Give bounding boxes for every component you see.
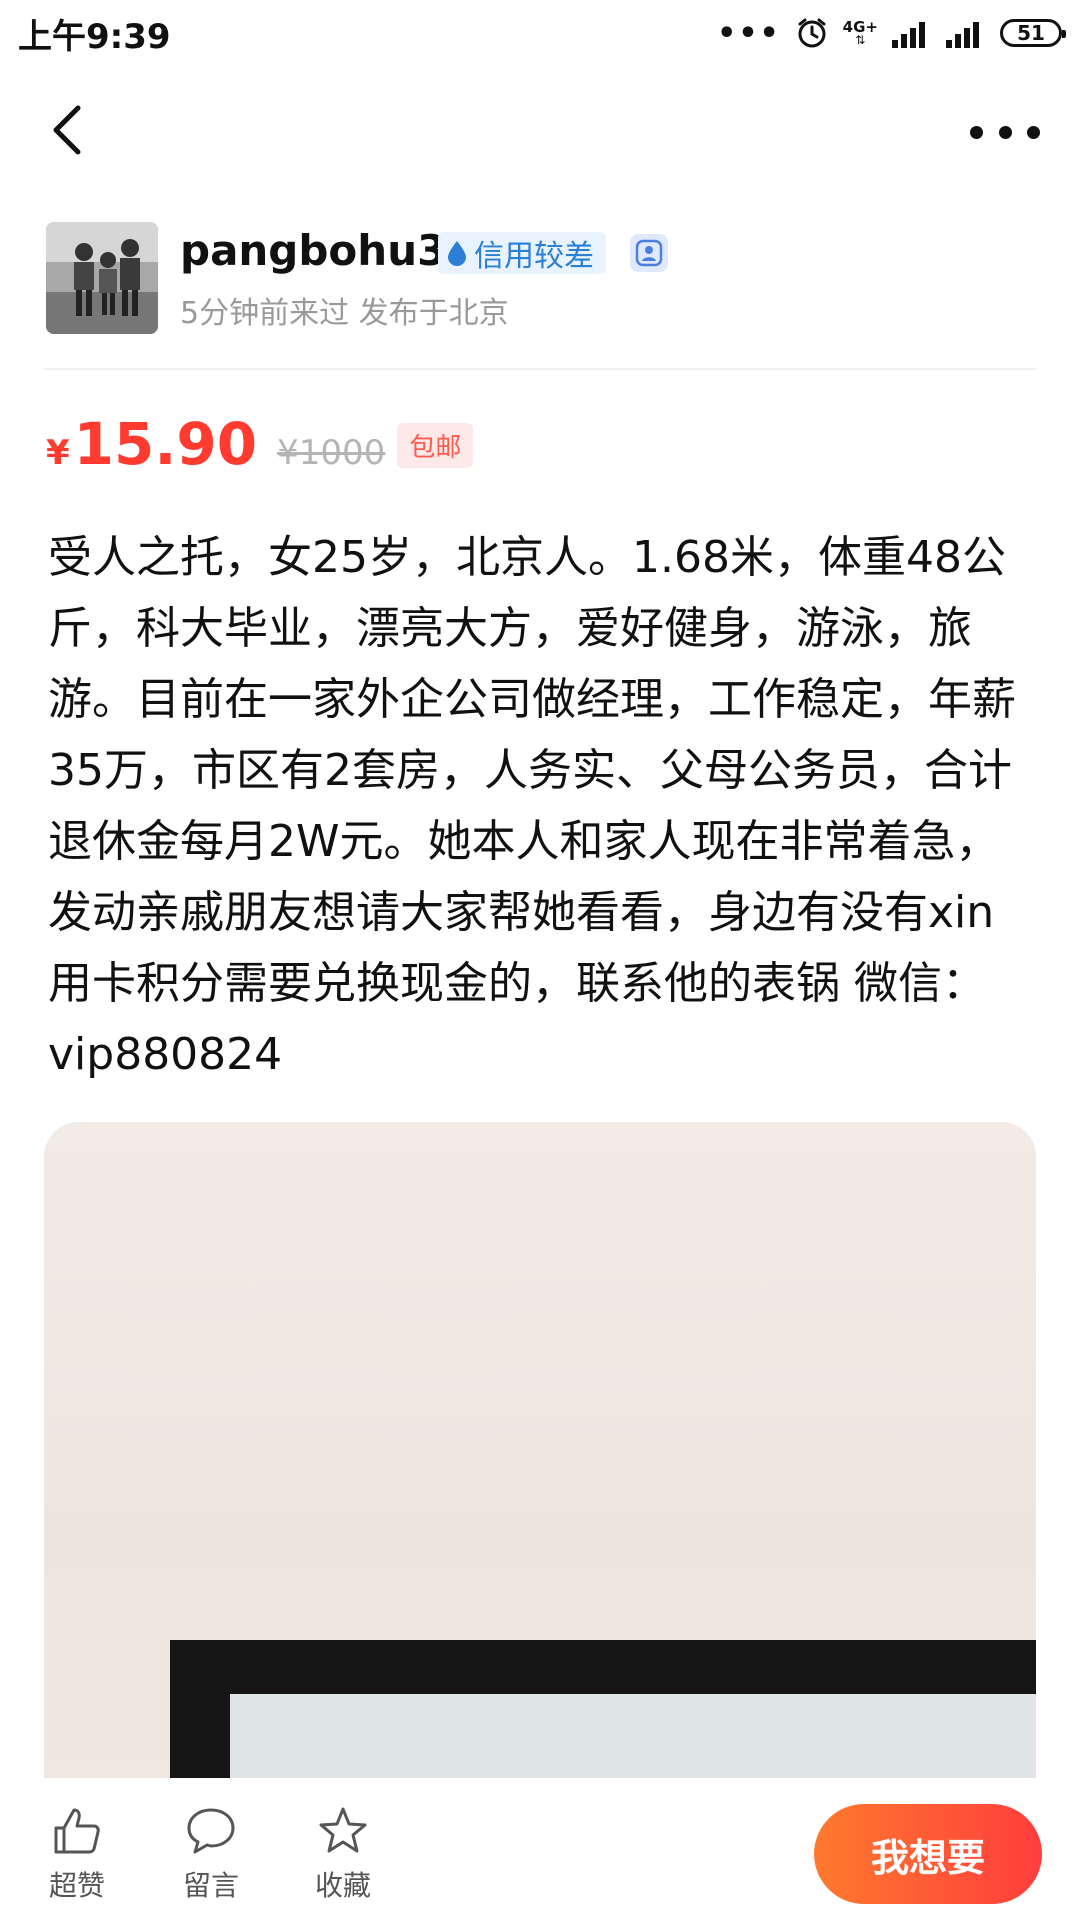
back-arrow-icon[interactable] (40, 100, 100, 160)
avatar-photo (46, 222, 158, 334)
divider (44, 368, 1036, 370)
price-currency: ¥ (46, 433, 70, 473)
notification-dots-icon: ••• (717, 15, 781, 51)
status-time: 上午9:39 (18, 16, 171, 57)
credit-label: 信用较差 (474, 239, 594, 274)
comment-button[interactable]: 留言 (166, 1804, 256, 1904)
comment-label: 留言 (182, 1869, 239, 1902)
price-value: 15.90 (73, 410, 258, 478)
free-shipping-badge: 包邮 (397, 422, 474, 468)
like-button[interactable]: 超赞 (32, 1804, 122, 1904)
favorite-button[interactable]: 收藏 (298, 1804, 388, 1904)
star-icon (319, 1807, 367, 1853)
seller-info[interactable]: pangbohu39 信用较差 5分钟前来过 发布于北京 (46, 222, 1036, 334)
verified-user-icon[interactable] (630, 234, 668, 272)
status-icons: ••• 4G+ ⇅ 51 (717, 15, 1066, 51)
seller-name[interactable]: pangbohu39 (180, 226, 476, 275)
alarm-icon (798, 18, 826, 48)
signal-2-icon (946, 22, 979, 48)
seller-meta: 5分钟前来过 发布于北京 (180, 296, 509, 331)
bottom-action-bar: 超赞 留言 收藏 我想要 (0, 1778, 1080, 1920)
price-row: ¥ 15.90 ¥1000 包邮 (46, 410, 474, 480)
network-type-icon: 4G+ ⇅ (842, 18, 878, 47)
credit-badge[interactable]: 信用较差 (438, 232, 606, 274)
seller-avatar[interactable] (46, 222, 158, 334)
original-price: ¥1000 (277, 433, 386, 473)
nav-bar (0, 80, 1080, 180)
battery-level: 51 (1017, 21, 1045, 45)
item-photo[interactable] (44, 1122, 1036, 1802)
signal-icon (892, 22, 925, 48)
want-button[interactable]: 我想要 (814, 1804, 1042, 1904)
favorite-label: 收藏 (314, 1869, 371, 1902)
item-detail-page: 上午9:39 ••• 4G+ ⇅ 51 pangbohu39 信用较差 5分钟前… (0, 0, 1080, 1920)
like-label: 超赞 (48, 1869, 105, 1902)
status-bar: 上午9:39 ••• 4G+ ⇅ 51 (0, 0, 1080, 66)
item-description: 受人之托，女25岁，北京人。1.68米，体重48公斤，科大毕业，漂亮大方，爱好健… (48, 532, 1016, 1080)
comment-icon (187, 1808, 235, 1854)
battery-icon: 51 (1000, 19, 1066, 47)
water-drop-icon (448, 241, 466, 266)
thumbs-up-icon (54, 1808, 100, 1854)
more-options-icon[interactable] (970, 120, 1040, 144)
